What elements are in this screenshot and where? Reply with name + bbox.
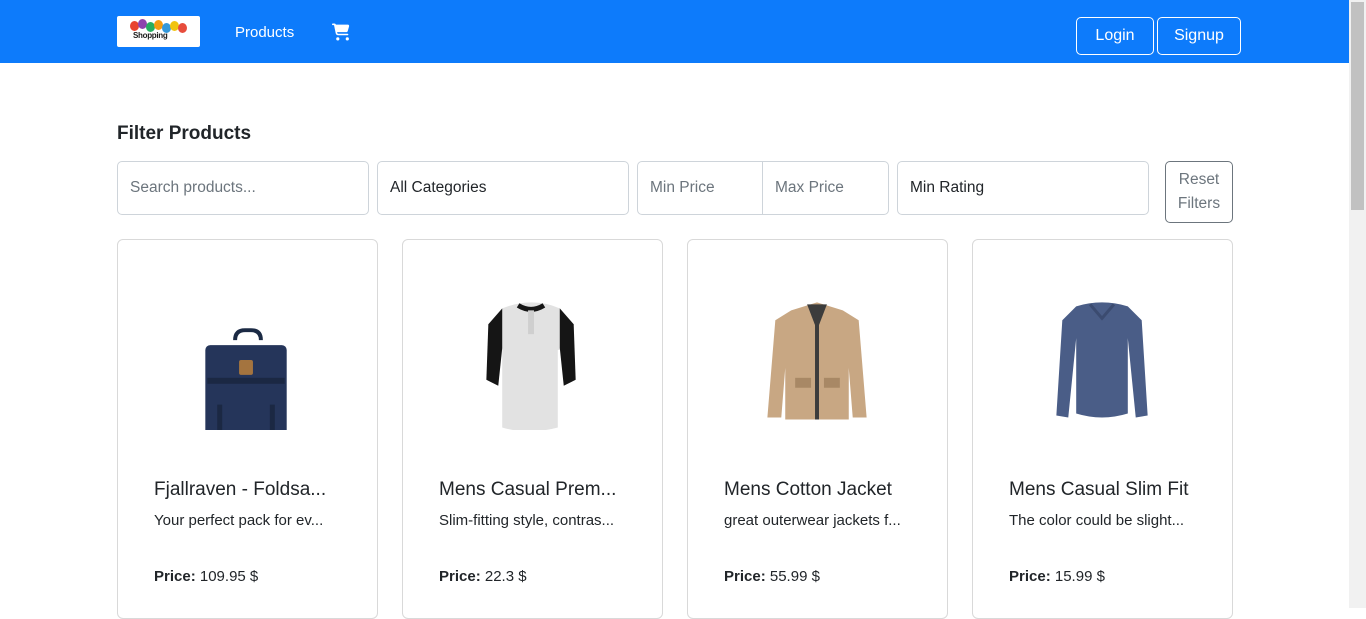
raglan-tshirt-image (486, 302, 576, 430)
reset-label-line2: Filters (1177, 195, 1221, 212)
price-label: Price: (154, 568, 196, 585)
backpack-image (205, 328, 287, 430)
product-price: Price: 55.99 $ (724, 568, 820, 585)
scrollbar-thumb[interactable] (1351, 2, 1364, 210)
price-label: Price: (724, 568, 766, 585)
product-title[interactable]: Mens Casual Prem... (439, 479, 616, 501)
product-title[interactable]: Fjallraven - Foldsa... (154, 479, 326, 501)
happy-shopping-logo[interactable]: Shopping (117, 16, 200, 47)
min-price-input[interactable]: Min Price (637, 161, 763, 215)
product-card[interactable]: Mens Casual Prem... Slim-fitting style, … (402, 239, 663, 619)
min-rating-select[interactable]: Min Rating (897, 161, 1149, 215)
price-label: Price: (1009, 568, 1051, 585)
price-value: 15.99 $ (1054, 568, 1105, 585)
product-description: Slim-fitting style, contras... (439, 512, 615, 529)
nav-products-link[interactable]: Products (235, 23, 294, 43)
price-value: 109.95 $ (199, 568, 259, 585)
cart-icon[interactable] (332, 23, 351, 41)
navbar: Shopping Products Login Signup (0, 0, 1349, 63)
product-price: Price: 109.95 $ (154, 568, 258, 585)
product-title[interactable]: Mens Cotton Jacket (724, 479, 892, 501)
product-description: The color could be slight... (1009, 512, 1185, 529)
login-button[interactable]: Login (1076, 17, 1154, 55)
signup-button[interactable]: Signup (1157, 17, 1241, 55)
product-description: great outerwear jackets f... (724, 512, 901, 529)
price-value: 55.99 $ (769, 568, 820, 585)
price-label: Price: (439, 568, 481, 585)
product-card[interactable]: Mens Casual Slim Fit The color could be … (972, 239, 1233, 619)
reset-label-line1: Reset (1178, 171, 1220, 188)
product-card[interactable]: Fjallraven - Foldsa... Your perfect pack… (117, 239, 378, 619)
price-value: 22.3 $ (484, 568, 527, 585)
product-price: Price: 22.3 $ (439, 568, 527, 585)
cotton-jacket-image (767, 302, 867, 420)
logo-text: Shopping (133, 31, 168, 40)
filter-products-heading: Filter Products (117, 123, 252, 144)
product-title[interactable]: Mens Casual Slim Fit (1009, 479, 1189, 501)
page-scrollbar[interactable] (1349, 0, 1366, 608)
max-price-input[interactable]: Max Price (762, 161, 889, 215)
product-card[interactable]: Mens Cotton Jacket great outerwear jacke… (687, 239, 948, 619)
reset-filters-button[interactable]: Reset Filters (1165, 161, 1233, 223)
category-select[interactable]: All Categories (377, 161, 629, 215)
slim-fit-shirt-image (1056, 302, 1148, 418)
search-input[interactable]: Search products... (117, 161, 369, 215)
product-price: Price: 15.99 $ (1009, 568, 1105, 585)
product-description: Your perfect pack for ev... (154, 512, 324, 529)
